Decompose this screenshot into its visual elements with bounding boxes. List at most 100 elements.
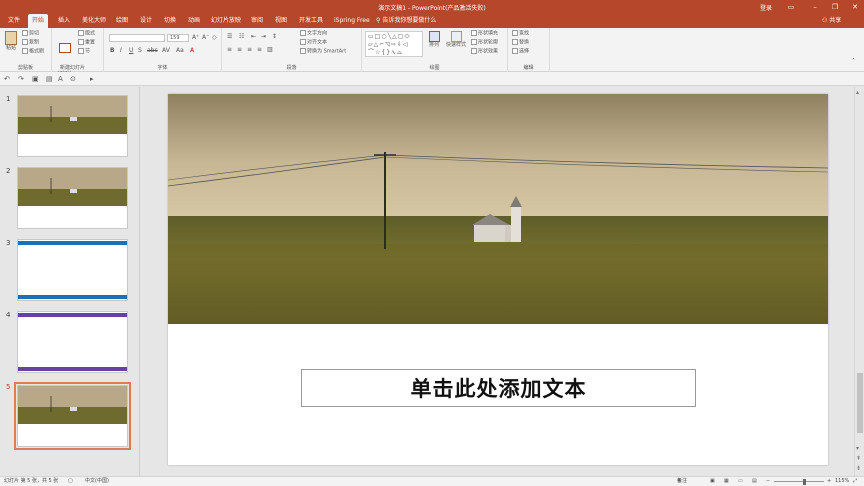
zoom-in-icon[interactable]: + [827,477,831,486]
shapes-row-1: ▭□○╲△▢⬭ [368,33,411,40]
columns-icon[interactable]: ▥ [267,46,273,53]
tab-home[interactable]: 开始 [28,14,49,28]
text-direction-button[interactable]: 文字方向 [300,30,327,38]
italic-icon[interactable]: I [120,47,122,54]
maximize-icon[interactable]: ❐ [829,2,841,12]
zoom-out-icon[interactable]: − [766,477,770,486]
language-indicator[interactable]: 中文(中国) [85,477,109,486]
decrease-indent-icon[interactable]: ⇤ [251,33,256,40]
tell-me-box[interactable]: ⚲ 告诉我你想要做什么 [376,14,436,28]
tab-view[interactable]: 视图 [271,14,291,28]
justify-icon[interactable]: ≡ [257,46,262,53]
tab-slideshow[interactable]: 幻灯片放映 [207,14,245,28]
tab-ispring[interactable]: iSpring Free [330,14,374,28]
close-icon[interactable]: ✕ [849,2,861,12]
shadow-icon[interactable]: S [138,47,142,54]
reset-button[interactable]: 重置 [78,39,95,47]
tab-file[interactable]: 文件 [4,14,24,28]
zoom-slider-knob[interactable] [803,479,806,485]
shape-fill-button[interactable]: 形状填充 [471,30,498,38]
align-center-icon[interactable]: ≡ [237,46,242,53]
tab-review[interactable]: 审阅 [247,14,267,28]
select-button[interactable]: 选择 [512,48,529,56]
layout-button[interactable]: 版式 [78,30,95,38]
slideshow-view-icon[interactable]: ▤ [752,477,757,486]
login-link[interactable]: 登录 [760,3,772,12]
align-right-icon[interactable]: ≡ [247,46,252,53]
tab-animations[interactable]: 动画 [184,14,204,28]
replace-button[interactable]: 替换 [512,39,529,47]
section-button[interactable]: 节 [78,48,90,56]
bullets-icon[interactable]: ☰ [227,33,232,40]
align-left-icon[interactable]: ≡ [227,46,232,53]
tab-design[interactable]: 设计 [136,14,156,28]
vertical-scrollbar[interactable]: ▴ ▾ ⇞ ⇟ [854,87,864,476]
paste-button[interactable]: 粘贴 [3,31,19,51]
change-case-icon[interactable]: Aa [176,47,184,54]
slide-thumbnail-3[interactable] [17,239,128,301]
placeholder-text: 单击此处添加文本 [410,377,587,401]
customize-icon[interactable]: ⊙ [70,74,76,84]
qat-more-icon[interactable]: ▸ [90,74,94,84]
line-spacing-icon[interactable]: ↕ [272,33,277,40]
tab-transitions[interactable]: 切换 [160,14,180,28]
save-icon[interactable]: ▣ [32,74,39,84]
collapse-ribbon-icon[interactable]: ˄ [852,58,855,65]
bold-icon[interactable]: B [110,47,115,54]
paint-bucket-icon [471,30,477,36]
reading-view-icon[interactable]: ▭ [738,477,743,486]
spellcheck-icon[interactable]: ▢ [68,477,73,486]
start-slideshow-icon[interactable]: ▤ [46,74,53,84]
tab-draw[interactable]: 绘图 [112,14,132,28]
font-name-combo[interactable] [109,34,165,42]
format-painter-button[interactable]: 格式刷 [22,48,44,56]
minimize-icon[interactable]: – [809,2,821,12]
scroll-down-icon[interactable]: ▾ [856,445,859,452]
current-slide[interactable]: 单击此处添加文本 [168,94,828,465]
quick-styles-button[interactable]: 快速样式 [444,31,468,48]
body-text-placeholder[interactable]: 单击此处添加文本 [301,369,696,407]
field-photo-thumb [18,386,127,424]
copy-button[interactable]: 复制 [22,39,39,47]
tab-beautify[interactable]: 美化大师 [78,14,110,28]
slide-thumbnail-5[interactable] [14,382,131,450]
ribbon-display-icon[interactable]: ▭ [785,2,797,12]
smartart-button[interactable]: 转换为 SmartArt [300,48,346,56]
increase-indent-icon[interactable]: ⇥ [261,33,266,40]
font-size-combo[interactable]: 159 [167,34,189,42]
scroll-up-icon[interactable]: ▴ [856,89,859,96]
grow-font-icon[interactable]: A⁺ [192,34,199,41]
zoom-slider[interactable] [774,481,824,482]
undo-icon[interactable]: ↶ [4,74,10,84]
align-text-button[interactable]: 对齐文本 [300,39,327,47]
shape-effects-button[interactable]: 形状效果 [471,48,498,56]
share-button[interactable]: ⚇ 共享 [822,14,841,28]
shapes-gallery[interactable]: ▭□○╲△▢⬭ ▱△⌐◹⇨⇩◁ ⌒☆{}∿⌓ [365,31,423,57]
text-icon[interactable]: A [58,74,63,84]
slide-thumbnail-2[interactable] [17,167,128,229]
tab-insert[interactable]: 插入 [54,14,74,28]
scrollbar-thumb[interactable] [857,373,863,433]
zoom-level[interactable]: 115% [835,477,849,486]
arrange-button[interactable]: 排列 [426,31,442,48]
tab-developer[interactable]: 开发工具 [295,14,327,28]
slide-thumbnail-1[interactable] [17,95,128,157]
shrink-font-icon[interactable]: A⁻ [202,34,209,41]
shape-outline-button[interactable]: 形状轮廓 [471,39,498,47]
next-slide-icon[interactable]: ⇟ [856,465,861,472]
numbering-icon[interactable]: ☷ [239,33,244,40]
underline-icon[interactable]: U [129,47,133,54]
char-spacing-icon[interactable]: AV [162,47,170,54]
fit-to-window-icon[interactable]: ⤢ [853,477,857,486]
font-color-icon[interactable]: A [190,47,194,54]
slides-group-label: 幻灯片 [69,65,85,71]
strikethrough-icon[interactable]: abc [147,47,158,54]
find-button[interactable]: 查找 [512,30,529,38]
redo-icon[interactable]: ↷ [18,74,24,84]
normal-view-icon[interactable]: ▣ [710,477,715,486]
prev-slide-icon[interactable]: ⇞ [856,455,861,462]
cut-button[interactable]: 剪切 [22,30,39,38]
slide-thumbnail-4[interactable] [17,311,128,373]
slide-sorter-icon[interactable]: ▦ [724,477,729,486]
clear-format-icon[interactable]: ◇ [212,34,217,41]
